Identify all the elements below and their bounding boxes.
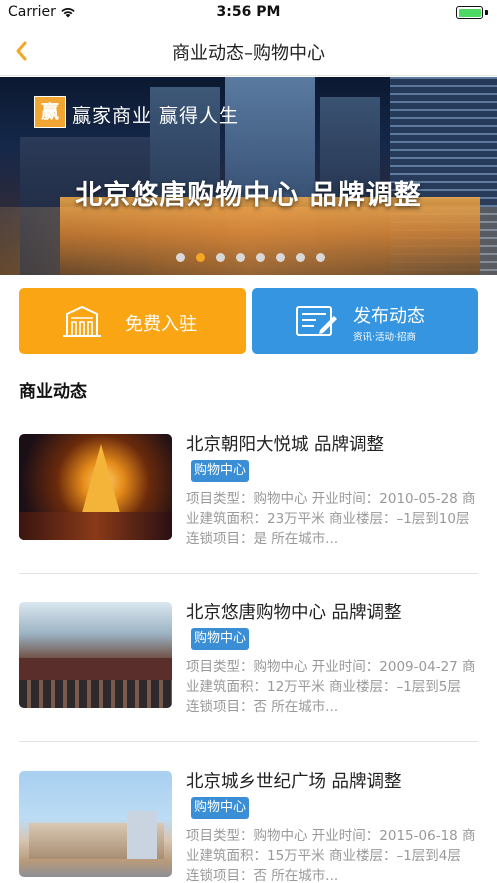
news-title: 北京城乡世纪广场 品牌调整 bbox=[186, 772, 402, 792]
carousel-dot-active[interactable] bbox=[196, 253, 205, 262]
news-thumbnail bbox=[19, 434, 172, 540]
carousel-dot[interactable] bbox=[236, 253, 245, 262]
banner-glow bbox=[0, 207, 497, 275]
nav-bar: 商业动态–购物中心 bbox=[0, 26, 497, 76]
news-thumbnail bbox=[19, 771, 172, 877]
news-thumbnail bbox=[19, 602, 172, 708]
battery-tip bbox=[485, 10, 488, 15]
news-item[interactable]: 北京朝阳大悦城 品牌调整 购物中心 项目类型：购物中心 开业时间：2010-05… bbox=[0, 406, 497, 574]
publish-news-button[interactable]: 发布动态 资讯·活动·招商 bbox=[252, 288, 478, 354]
banner-slogan: 赢家商业 赢得人生 bbox=[72, 105, 240, 127]
carousel-dot[interactable] bbox=[256, 253, 265, 262]
thumbnail-plaza bbox=[19, 512, 172, 540]
news-description: 项目类型：购物中心 开业时间：2015-06-18 商业建筑面积：15万平米 商… bbox=[186, 828, 476, 883]
divider bbox=[19, 741, 478, 742]
publish-news-subtitle: 资讯·活动·招商 bbox=[353, 332, 417, 343]
news-item[interactable]: 北京悠唐购物中心 品牌调整 购物中心 项目类型：购物中心 开业时间：2009-0… bbox=[0, 574, 497, 742]
free-join-label: 免费入驻 bbox=[125, 314, 197, 335]
category-tag: 购物中心 bbox=[191, 460, 250, 482]
banner-carousel[interactable]: 赢 赢家商业 赢得人生 北京悠唐购物中心 品牌调整 bbox=[0, 77, 497, 275]
section-title: 商业动态 bbox=[19, 382, 87, 402]
carousel-dot[interactable] bbox=[316, 253, 325, 262]
thumbnail-entrance bbox=[19, 680, 172, 708]
free-join-button[interactable]: 免费入驻 bbox=[19, 288, 246, 354]
banner-headline: 北京悠唐购物中心 品牌调整 bbox=[75, 180, 422, 211]
battery-icon bbox=[456, 6, 483, 19]
clock: 3:56 PM bbox=[216, 4, 281, 20]
thumbnail-tower bbox=[127, 811, 157, 859]
news-title: 北京悠唐购物中心 品牌调整 bbox=[186, 603, 402, 623]
news-edit-icon bbox=[296, 306, 337, 336]
page-title: 商业动态–购物中心 bbox=[172, 43, 325, 64]
thumbnail-storefront bbox=[19, 658, 172, 680]
news-description: 项目类型：购物中心 开业时间：2010-05-28 商业建筑面积：23万平米 商… bbox=[186, 491, 476, 547]
status-bar: Carrier 3:56 PM bbox=[0, 0, 497, 26]
brand-logo: 赢 bbox=[34, 96, 66, 128]
building-icon bbox=[63, 305, 101, 337]
news-description: 项目类型：购物中心 开业时间：2009-04-27 商业建筑面积：12万平米 商… bbox=[186, 659, 476, 715]
category-tag: 购物中心 bbox=[191, 797, 250, 819]
carousel-dot[interactable] bbox=[216, 253, 225, 262]
carousel-dot[interactable] bbox=[176, 253, 185, 262]
carousel-dot[interactable] bbox=[296, 253, 305, 262]
news-item[interactable]: 北京城乡世纪广场 品牌调整 购物中心 项目类型：购物中心 开业时间：2015-0… bbox=[0, 743, 497, 883]
category-tag: 购物中心 bbox=[191, 628, 250, 650]
news-title: 北京朝阳大悦城 品牌调整 bbox=[186, 435, 385, 455]
publish-news-label: 发布动态 bbox=[353, 306, 425, 327]
carousel-dot[interactable] bbox=[276, 253, 285, 262]
